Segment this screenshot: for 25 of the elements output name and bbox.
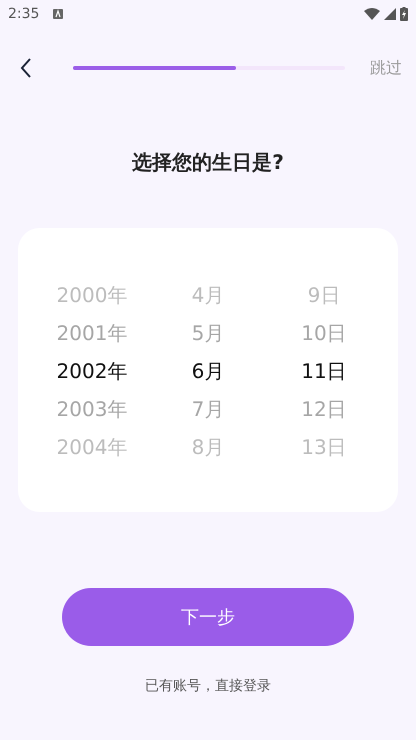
picker-item[interactable]: 12日 <box>301 390 347 428</box>
battery-icon <box>400 7 408 21</box>
page-title: 选择您的生日是? <box>132 149 284 176</box>
picker-item[interactable]: 2002年 <box>56 352 128 390</box>
skip-button[interactable]: 跳过 <box>370 56 402 80</box>
picker-item[interactable]: 11日 <box>301 352 347 390</box>
picker-item[interactable]: 8月 <box>192 428 224 466</box>
picker-item[interactable]: 2004年 <box>56 428 128 466</box>
signal-icon <box>384 8 396 20</box>
picker-item[interactable]: 7月 <box>192 390 224 428</box>
picker-item[interactable]: 13日 <box>301 428 347 466</box>
picker-item[interactable]: 2003年 <box>56 390 128 428</box>
status-time: 2:35 <box>8 4 40 24</box>
chevron-left-icon <box>20 58 32 78</box>
picker-item[interactable]: 4月 <box>192 276 224 314</box>
keyboard-icon <box>53 9 64 19</box>
next-button[interactable]: 下一步 <box>62 588 354 646</box>
picker-item[interactable]: 2000年 <box>56 276 128 314</box>
login-link[interactable]: 已有账号，直接登录 <box>145 676 271 697</box>
wifi-icon <box>364 8 380 20</box>
picker-item[interactable]: 2001年 <box>56 314 128 352</box>
picker-item[interactable]: 6月 <box>192 352 224 390</box>
picker-item[interactable]: 5月 <box>192 314 224 352</box>
picker-item[interactable]: 9日 <box>308 276 340 314</box>
picker-item[interactable]: 10日 <box>301 314 347 352</box>
